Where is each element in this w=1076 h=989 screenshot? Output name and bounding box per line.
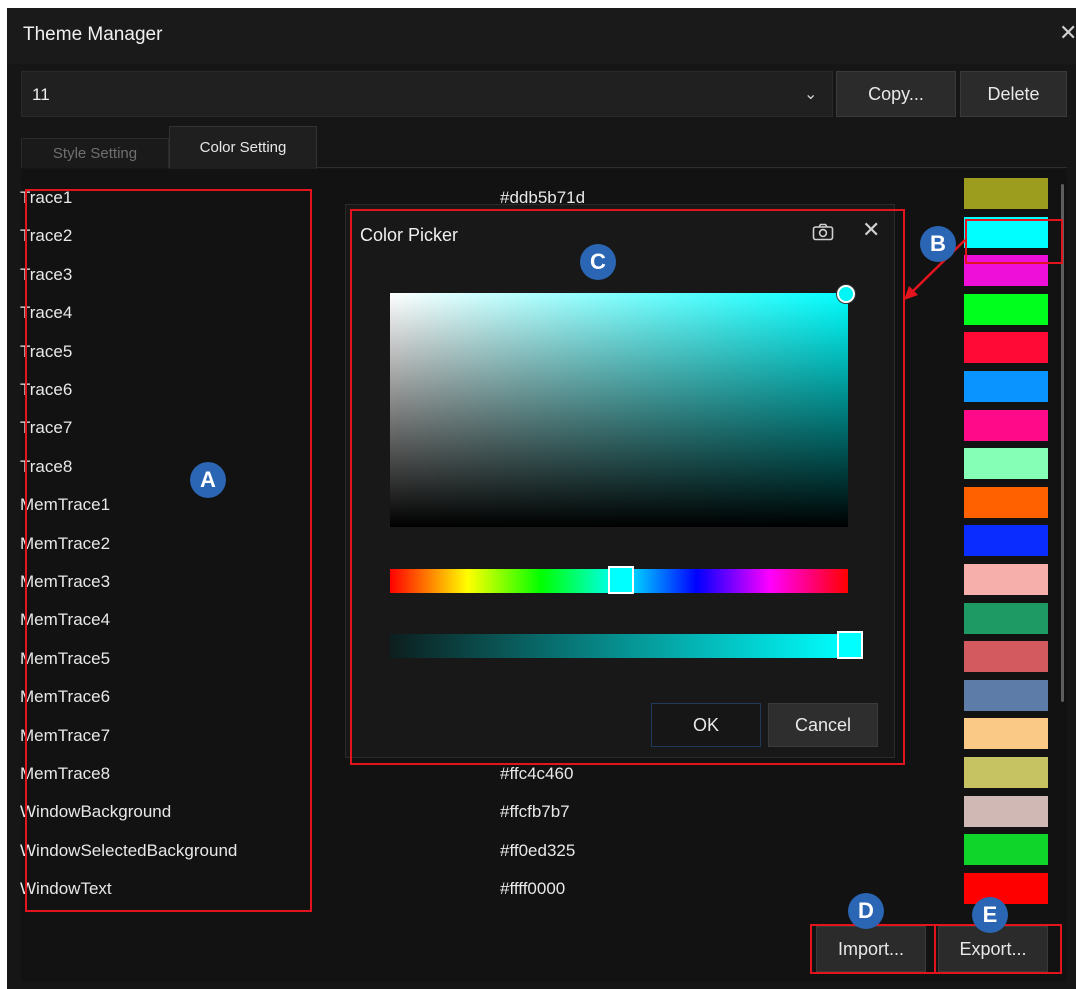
- color-swatch[interactable]: [964, 216, 1048, 248]
- color-name-item[interactable]: Trace5: [20, 333, 72, 371]
- color-name-item[interactable]: WindowText: [20, 870, 112, 908]
- theme-select[interactable]: 11 ⌄: [21, 71, 833, 117]
- color-name-item[interactable]: MemTrace5: [20, 640, 110, 678]
- color-hex-value: #ffc4c460: [500, 764, 574, 783]
- marker-b: B: [920, 226, 956, 262]
- color-swatch[interactable]: [964, 602, 1048, 634]
- marker-d: D: [848, 893, 884, 929]
- color-swatch[interactable]: [964, 872, 1048, 904]
- window-close-icon[interactable]: ✕: [1059, 22, 1076, 44]
- hue-slider-handle[interactable]: [608, 566, 634, 594]
- color-name-item[interactable]: Trace6: [20, 371, 72, 409]
- marker-c: C: [580, 244, 616, 280]
- cancel-button[interactable]: Cancel: [768, 703, 878, 747]
- delete-button[interactable]: Delete: [960, 71, 1067, 117]
- color-swatch[interactable]: [964, 564, 1048, 595]
- color-swatch[interactable]: [964, 255, 1048, 287]
- color-name-item[interactable]: MemTrace3: [20, 563, 110, 601]
- tab-style-setting[interactable]: Style Setting: [21, 138, 169, 168]
- chevron-down-icon[interactable]: ⌄: [804, 84, 817, 104]
- marker-e: E: [972, 897, 1008, 933]
- color-name-item[interactable]: WindowSelectedBackground: [20, 832, 237, 870]
- color-name-item[interactable]: Trace4: [20, 294, 72, 332]
- color-name-item[interactable]: MemTrace1: [20, 486, 110, 524]
- tab-color-setting[interactable]: Color Setting: [169, 126, 317, 169]
- color-swatch[interactable]: [964, 371, 1048, 402]
- color-swatch[interactable]: [964, 757, 1048, 788]
- color-swatch[interactable]: [964, 718, 1048, 750]
- color-swatch[interactable]: [964, 641, 1048, 673]
- color-swatch[interactable]: [964, 332, 1048, 364]
- swatch-scrollbar[interactable]: [1061, 184, 1064, 702]
- theme-select-value: 11: [32, 85, 50, 104]
- color-picker-dialog: Color Picker ✕ OK Cancel: [345, 204, 895, 758]
- window-title: Theme Manager: [23, 24, 163, 45]
- color-picker-title: Color Picker: [360, 225, 459, 245]
- color-name-item[interactable]: Trace3: [20, 256, 72, 294]
- export-button[interactable]: Export...: [938, 926, 1048, 972]
- color-name-item[interactable]: Trace2: [20, 217, 72, 255]
- marker-a: A: [190, 462, 226, 498]
- color-swatch[interactable]: [964, 409, 1048, 441]
- saturation-value-handle[interactable]: [837, 285, 855, 303]
- alpha-slider-handle[interactable]: [837, 631, 863, 659]
- color-name-item[interactable]: Trace7: [20, 409, 72, 447]
- import-button[interactable]: Import...: [816, 926, 926, 972]
- color-swatch[interactable]: [964, 486, 1048, 518]
- color-hex-value: #ff0ed325: [500, 840, 576, 860]
- color-swatch[interactable]: [964, 448, 1048, 480]
- color-name-item[interactable]: Trace8: [20, 448, 72, 486]
- saturation-value-field[interactable]: [390, 293, 848, 527]
- alpha-slider[interactable]: [390, 634, 848, 658]
- camera-icon[interactable]: [812, 223, 834, 241]
- color-name-item[interactable]: MemTrace6: [20, 678, 110, 716]
- color-name-item[interactable]: MemTrace2: [20, 525, 110, 563]
- color-name-item[interactable]: MemTrace4: [20, 601, 110, 639]
- color-swatch[interactable]: [964, 834, 1048, 866]
- color-hex-value: #ffcfb7b7: [500, 802, 570, 822]
- color-swatch[interactable]: [964, 679, 1048, 711]
- color-name-item[interactable]: MemTrace8: [20, 755, 110, 793]
- color-name-item[interactable]: WindowBackground: [20, 793, 171, 831]
- picker-close-icon[interactable]: ✕: [862, 219, 880, 241]
- settings-tabs: Style Setting Color Setting: [21, 126, 1067, 169]
- color-swatch[interactable]: [964, 293, 1048, 325]
- copy-button[interactable]: Copy...: [836, 71, 956, 117]
- color-name-item[interactable]: Trace1: [20, 179, 72, 217]
- color-swatch[interactable]: [964, 525, 1048, 557]
- color-hex-value: #ffff0000: [500, 879, 566, 899]
- title-bar: Theme Manager ✕: [7, 8, 1076, 64]
- color-name-item[interactable]: MemTrace7: [20, 717, 110, 755]
- color-swatch[interactable]: [964, 795, 1048, 827]
- color-swatch[interactable]: [964, 178, 1048, 209]
- ok-button[interactable]: OK: [651, 703, 761, 747]
